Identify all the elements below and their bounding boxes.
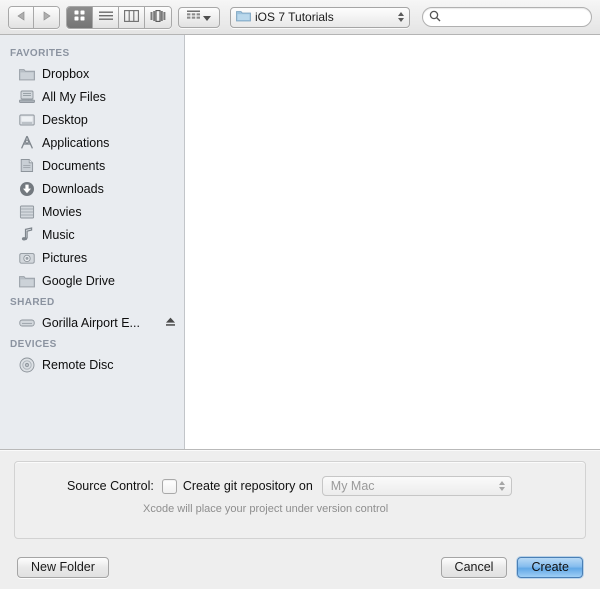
git-location-popup-label: My Mac — [330, 479, 375, 493]
triangle-right-icon — [42, 10, 51, 24]
stepper-up-icon — [499, 481, 506, 485]
sidebar-item-documents[interactable]: Documents — [0, 154, 184, 177]
create-git-repository-checkbox[interactable] — [161, 478, 177, 494]
source-control-row: Source Control: Create git repository on… — [25, 476, 575, 496]
folder-icon — [18, 65, 35, 82]
music-note-icon — [18, 226, 35, 243]
all-my-files-icon — [18, 88, 35, 105]
source-control-hint: Xcode will place your project under vers… — [143, 503, 389, 515]
pictures-camera-icon — [18, 249, 35, 266]
column-view-button[interactable] — [119, 6, 145, 28]
desktop-icon — [18, 111, 35, 128]
file-list-area[interactable] — [185, 35, 600, 449]
list-view-button[interactable] — [93, 6, 119, 28]
sidebar-item-google-drive[interactable]: Google Drive — [0, 269, 184, 292]
eject-icon[interactable] — [165, 316, 176, 330]
columns-icon — [124, 9, 139, 25]
create-button[interactable]: Create — [517, 556, 583, 578]
sidebar-item-label: Gorilla Airport E... — [42, 315, 140, 330]
git-location-stepper — [498, 481, 507, 491]
source-control-label: Source Control: — [67, 479, 154, 493]
browser-area: FAVORITES Dropbox All My Files Desktop A… — [0, 35, 600, 450]
back-button[interactable] — [9, 6, 34, 28]
arrange-grid-icon — [187, 10, 200, 24]
triangle-left-icon — [16, 10, 26, 24]
sidebar-item-label: Applications — [42, 135, 110, 150]
sidebar-item-label: All My Files — [42, 89, 106, 104]
sidebar-item-label: Downloads — [42, 181, 104, 196]
sidebar-header-favorites: FAVORITES — [10, 48, 70, 59]
sidebar-item-desktop[interactable]: Desktop — [0, 108, 184, 131]
sidebar-header-shared: SHARED — [10, 297, 55, 308]
cancel-button[interactable]: Cancel — [440, 556, 508, 578]
applications-icon — [18, 134, 35, 151]
folder-icon — [18, 272, 35, 289]
footer-action-buttons: Cancel Create — [440, 556, 583, 578]
coverflow-view-button[interactable] — [145, 6, 171, 28]
navigation-buttons — [8, 5, 60, 29]
new-folder-button[interactable]: New Folder — [17, 556, 109, 578]
list-icon — [98, 10, 113, 25]
sidebar-item-gorilla-airport-extreme[interactable]: Gorilla Airport E... — [0, 311, 184, 334]
stepper-down-icon — [499, 487, 506, 491]
sidebar-item-music[interactable]: Music — [0, 223, 184, 246]
sidebar-item-label: Music — [42, 227, 75, 242]
shared-server-icon — [18, 314, 35, 331]
coverflow-icon — [150, 9, 166, 25]
sidebar-item-dropbox[interactable]: Dropbox — [0, 62, 184, 85]
save-dialog: iOS 7 Tutorials FAVORITES Dropbox All My… — [0, 0, 600, 589]
location-popup-stepper[interactable] — [396, 12, 405, 22]
sidebar-item-label: Remote Disc — [42, 357, 114, 372]
sidebar-item-all-my-files[interactable]: All My Files — [0, 85, 184, 108]
folder-icon — [236, 9, 251, 25]
sidebar-item-remote-disc[interactable]: Remote Disc — [0, 353, 184, 376]
git-location-popup-button: My Mac — [321, 476, 512, 496]
sidebar-item-label: Documents — [42, 158, 106, 173]
sidebar-item-downloads[interactable]: Downloads — [0, 177, 184, 200]
grid-icon — [73, 9, 86, 25]
stepper-up-icon — [397, 12, 404, 16]
view-mode-buttons — [66, 5, 172, 29]
source-control-group: Source Control: Create git repository on… — [14, 461, 586, 539]
sidebar-item-movies[interactable]: Movies — [0, 200, 184, 223]
sidebar-item-label: Desktop — [42, 112, 88, 127]
sidebar-item-label: Pictures — [42, 250, 88, 265]
chevron-down-icon — [203, 10, 211, 24]
sidebar-item-applications[interactable]: Applications — [0, 131, 184, 154]
create-git-repository-label: Create git repository on — [182, 479, 313, 493]
sidebar: FAVORITES Dropbox All My Files Desktop A… — [0, 35, 185, 449]
forward-button[interactable] — [34, 6, 59, 28]
documents-icon — [18, 157, 35, 174]
disc-icon — [18, 356, 35, 373]
sidebar-header-devices: DEVICES — [10, 339, 57, 350]
footer-bar: New Folder Cancel Create — [0, 545, 600, 589]
icon-view-button[interactable] — [67, 6, 93, 28]
location-popup-button[interactable]: iOS 7 Tutorials — [230, 6, 410, 28]
accessory-panel: Source Control: Create git repository on… — [0, 450, 600, 545]
sidebar-item-pictures[interactable]: Pictures — [0, 246, 184, 269]
search-input[interactable] — [445, 9, 585, 25]
location-popup-label: iOS 7 Tutorials — [255, 10, 334, 24]
downloads-icon — [18, 180, 35, 197]
search-icon — [429, 10, 441, 25]
sidebar-item-label: Google Drive — [42, 273, 115, 288]
movies-icon — [18, 203, 35, 220]
sidebar-item-label: Dropbox — [42, 66, 90, 81]
stepper-down-icon — [397, 18, 404, 22]
toolbar: iOS 7 Tutorials — [0, 0, 600, 35]
arrange-by-button[interactable] — [178, 6, 220, 28]
sidebar-item-label: Movies — [42, 204, 82, 219]
search-field[interactable] — [422, 7, 592, 27]
